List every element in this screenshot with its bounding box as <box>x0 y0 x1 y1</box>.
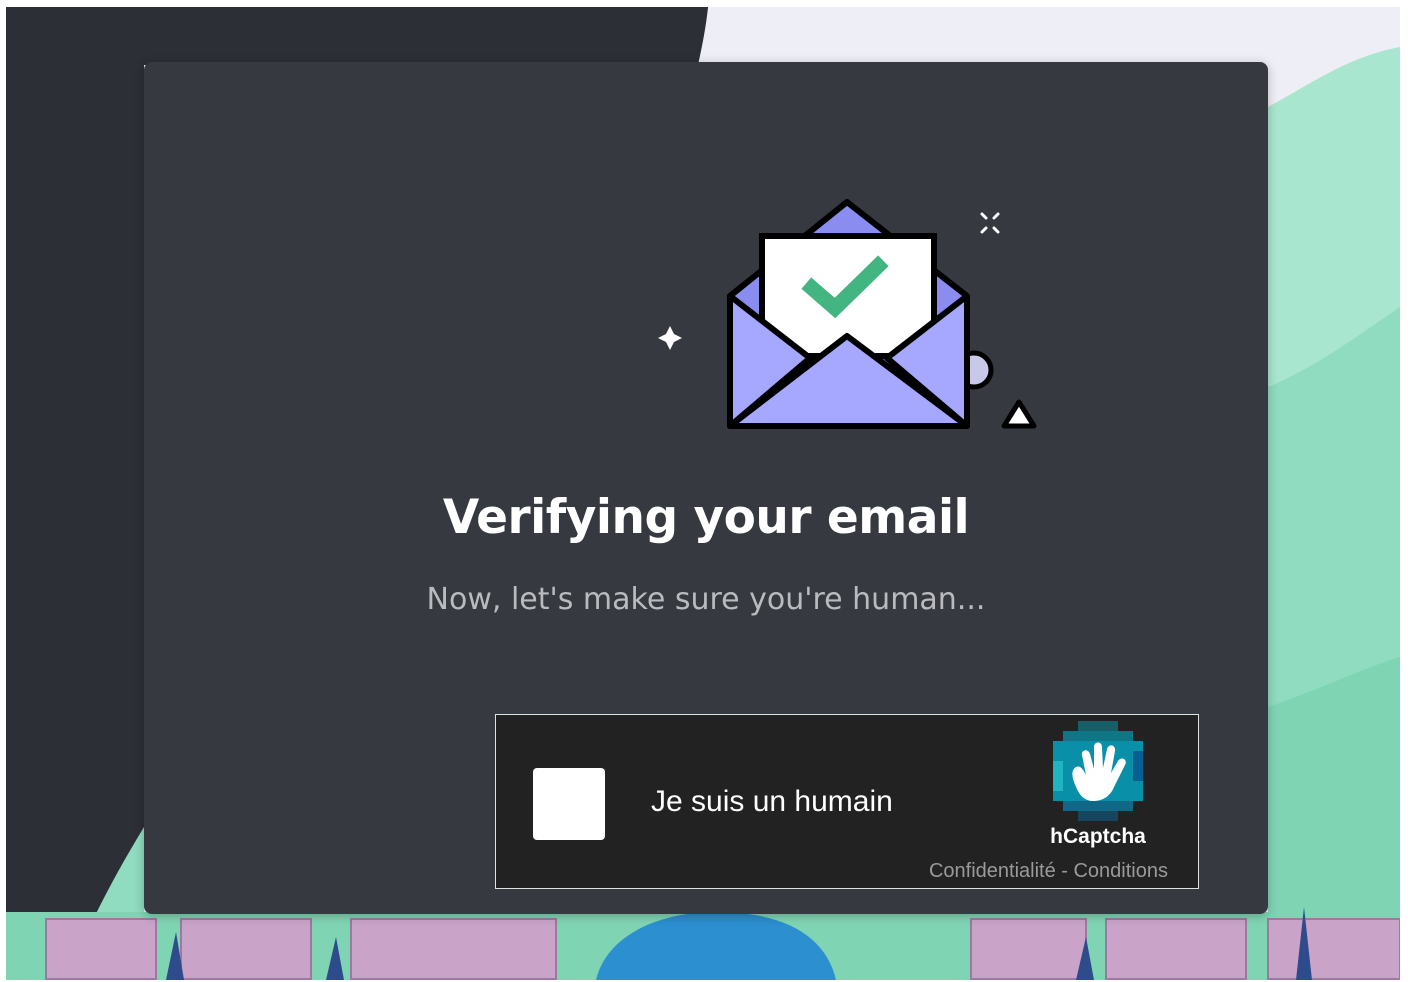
sparkle-icon <box>980 212 1000 234</box>
hcaptcha-hand-icon <box>1053 721 1143 821</box>
envelope-check-icon <box>658 199 1037 429</box>
terms-link[interactable]: Conditions <box>1073 860 1168 882</box>
verification-modal: Verifying your email Now, let's make sur… <box>144 62 1268 914</box>
triangle-icon <box>1001 399 1037 429</box>
sparkle-icon <box>658 326 682 350</box>
modal-subtitle: Now, let's make sure you're human... <box>426 582 986 617</box>
hcaptcha-links: Confidentialité - Conditions <box>929 860 1168 883</box>
captcha-checkbox-label[interactable]: Je suis un humain <box>651 785 893 819</box>
privacy-link[interactable]: Confidentialité <box>929 860 1056 882</box>
hcaptcha-widget: Je suis un humain hCaptcha Confidentiali… <box>495 714 1199 889</box>
captcha-checkbox[interactable] <box>533 768 605 840</box>
modal-title: Verifying your email <box>442 490 970 545</box>
hcaptcha-brand: hCaptcha <box>1050 825 1146 848</box>
links-separator: - <box>1055 860 1074 882</box>
